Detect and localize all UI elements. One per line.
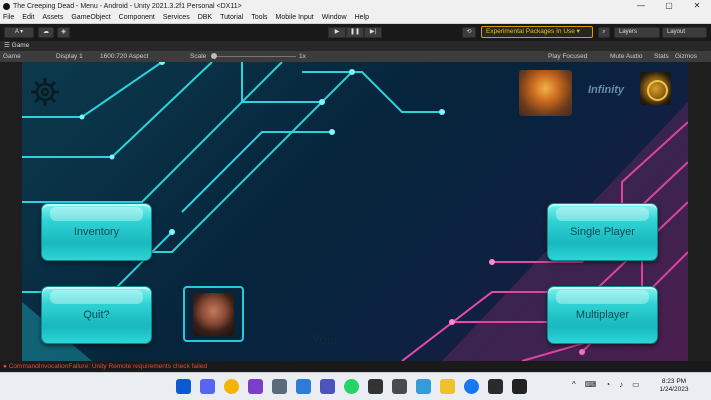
inventory-button-label: Inventory — [73, 226, 120, 238]
menu-file[interactable]: File — [3, 14, 14, 21]
whatsapp-icon[interactable] — [344, 379, 359, 394]
multiplayer-button[interactable]: Multiplayer — [547, 286, 658, 344]
experimental-packages-dropdown[interactable]: Experimental Packages In Use ▾ — [481, 26, 593, 38]
keyboard-icon[interactable]: ⌨ — [585, 380, 597, 389]
menu-edit[interactable]: Edit — [22, 14, 34, 21]
inventory-button[interactable]: Inventory — [41, 203, 152, 261]
menu-tutorial[interactable]: Tutorial — [220, 14, 243, 21]
battery-icon[interactable]: ▭ — [632, 380, 640, 389]
minimize-icon[interactable]: — — [627, 0, 655, 12]
taskbar-clock[interactable]: 8:23 PM 1/24/2023 — [654, 378, 694, 394]
windows-start-icon[interactable] — [176, 379, 191, 394]
infinity-label: Infinity — [588, 84, 625, 96]
cake-image[interactable] — [519, 70, 572, 116]
gizmos-dropdown[interactable]: Gizmos — [675, 51, 697, 62]
console-message: CommandInvocationFailure: Unity Remote r… — [8, 363, 208, 370]
taskbar-apps — [176, 379, 536, 394]
menu-dbk[interactable]: DBK — [198, 14, 212, 21]
coin-icon[interactable] — [640, 72, 671, 105]
calculator-icon[interactable] — [392, 379, 407, 394]
window-titlebar: The Creeping Dead - Menu - Android - Uni… — [0, 0, 711, 12]
photos-icon[interactable] — [296, 379, 311, 394]
layers-dropdown[interactable]: Layers — [614, 27, 660, 38]
play-focused-dropdown[interactable]: Play Focused — [548, 51, 587, 62]
play-controls: ▶ ❚❚ ▶| — [328, 27, 382, 38]
chevron-up-icon[interactable]: ^ — [572, 380, 576, 389]
account-dropdown[interactable]: A ▾ — [4, 27, 34, 38]
visual-studio-icon[interactable] — [248, 379, 263, 394]
scale-slider-handle[interactable] — [211, 53, 217, 59]
game-view-toolbar: Game Display 1 1600:720 Aspect Scale 1x … — [0, 51, 711, 62]
step-button[interactable]: ▶| — [364, 27, 382, 38]
game-tab[interactable]: ☰ Game — [0, 41, 711, 51]
game-tab-icon: ☰ — [4, 42, 12, 49]
display-dropdown[interactable]: Display 1 — [56, 51, 83, 62]
layout-dropdown[interactable]: Layout — [662, 27, 707, 38]
window-title: The Creeping Dead - Menu - Android - Uni… — [13, 2, 242, 10]
file-explorer-icon[interactable] — [440, 379, 455, 394]
avatar-portrait-image — [193, 293, 234, 336]
menu-window[interactable]: Window — [322, 14, 347, 21]
scale-slider-track[interactable] — [214, 56, 296, 57]
settings-icon[interactable] — [272, 379, 287, 394]
clock-time: 8:23 PM — [661, 378, 687, 385]
view-dropdown[interactable]: Game — [3, 51, 21, 62]
editor-toolbar: A ▾ ☁ ◈ ▶ ❚❚ ▶| ⟲ Experimental Packages … — [0, 24, 711, 41]
pause-button[interactable]: ❚❚ — [346, 27, 364, 38]
scale-value: 1x — [299, 53, 306, 60]
system-tray: ^ ⌨ ◔ ♪ ▭ — [572, 380, 649, 389]
history-icon[interactable]: ⟲ — [462, 27, 476, 38]
terminal-icon[interactable] — [488, 379, 503, 394]
single-player-button[interactable]: Single Player — [547, 203, 658, 261]
wifi-icon[interactable]: ◔ — [605, 380, 610, 389]
menu-tools[interactable]: Tools — [251, 14, 267, 21]
clock-date: 1/24/2023 — [659, 386, 689, 393]
maps-icon[interactable] — [416, 379, 431, 394]
volume-icon[interactable]: ♪ — [619, 380, 623, 389]
collab-icon[interactable]: ◈ — [57, 27, 70, 38]
player-avatar[interactable] — [183, 286, 244, 342]
gear-icon[interactable] — [30, 77, 60, 107]
windows-taskbar: ^ ⌨ ◔ ♪ ▭ 8:23 PM 1/24/2023 — [0, 372, 711, 400]
aspect-dropdown[interactable]: 1600:720 Aspect — [100, 51, 148, 62]
unity-icon[interactable] — [368, 379, 383, 394]
teams-icon[interactable] — [320, 379, 335, 394]
multiplayer-button-label: Multiplayer — [575, 309, 630, 321]
quit-button[interactable]: Quit? — [41, 286, 152, 344]
menu-help[interactable]: Help — [355, 14, 369, 21]
menu-gameobject[interactable]: GameObject — [71, 14, 110, 21]
close-icon[interactable]: ✕ — [683, 0, 711, 12]
search-icon[interactable]: ⌕ — [598, 27, 610, 38]
menu-services[interactable]: Services — [163, 14, 190, 21]
menu-mobile-input[interactable]: Mobile Input — [276, 14, 314, 21]
menu-assets[interactable]: Assets — [42, 14, 63, 21]
cloud-icon[interactable]: ☁ — [38, 27, 54, 38]
discord-icon[interactable] — [200, 379, 215, 394]
console-status-bar[interactable]: ● CommandInvocationFailure: Unity Remote… — [0, 361, 711, 372]
single-player-button-label: Single Player — [570, 226, 635, 238]
chrome-icon[interactable] — [224, 379, 239, 394]
maximize-icon[interactable]: ▢ — [655, 0, 683, 12]
unity-hub-icon[interactable] — [512, 379, 527, 394]
facebook-icon[interactable] — [464, 379, 479, 394]
menu-component[interactable]: Component — [119, 14, 155, 21]
scale-label: Scale — [190, 53, 207, 60]
mute-audio-toggle[interactable]: Mute Audio — [610, 51, 643, 62]
play-button[interactable]: ▶ — [328, 27, 346, 38]
footer-text: Your … — [312, 332, 355, 347]
unity-logo-icon — [3, 2, 10, 10]
game-tab-label: Game — [11, 42, 30, 49]
stats-toggle[interactable]: Stats — [654, 51, 669, 62]
menu-bar: File Edit Assets GameObject Component Se… — [0, 12, 711, 24]
window-controls: — ▢ ✕ — [627, 0, 711, 12]
game-view[interactable]: Infinity Inventory Quit? Single Player M… — [22, 62, 688, 361]
quit-button-label: Quit? — [83, 309, 110, 321]
